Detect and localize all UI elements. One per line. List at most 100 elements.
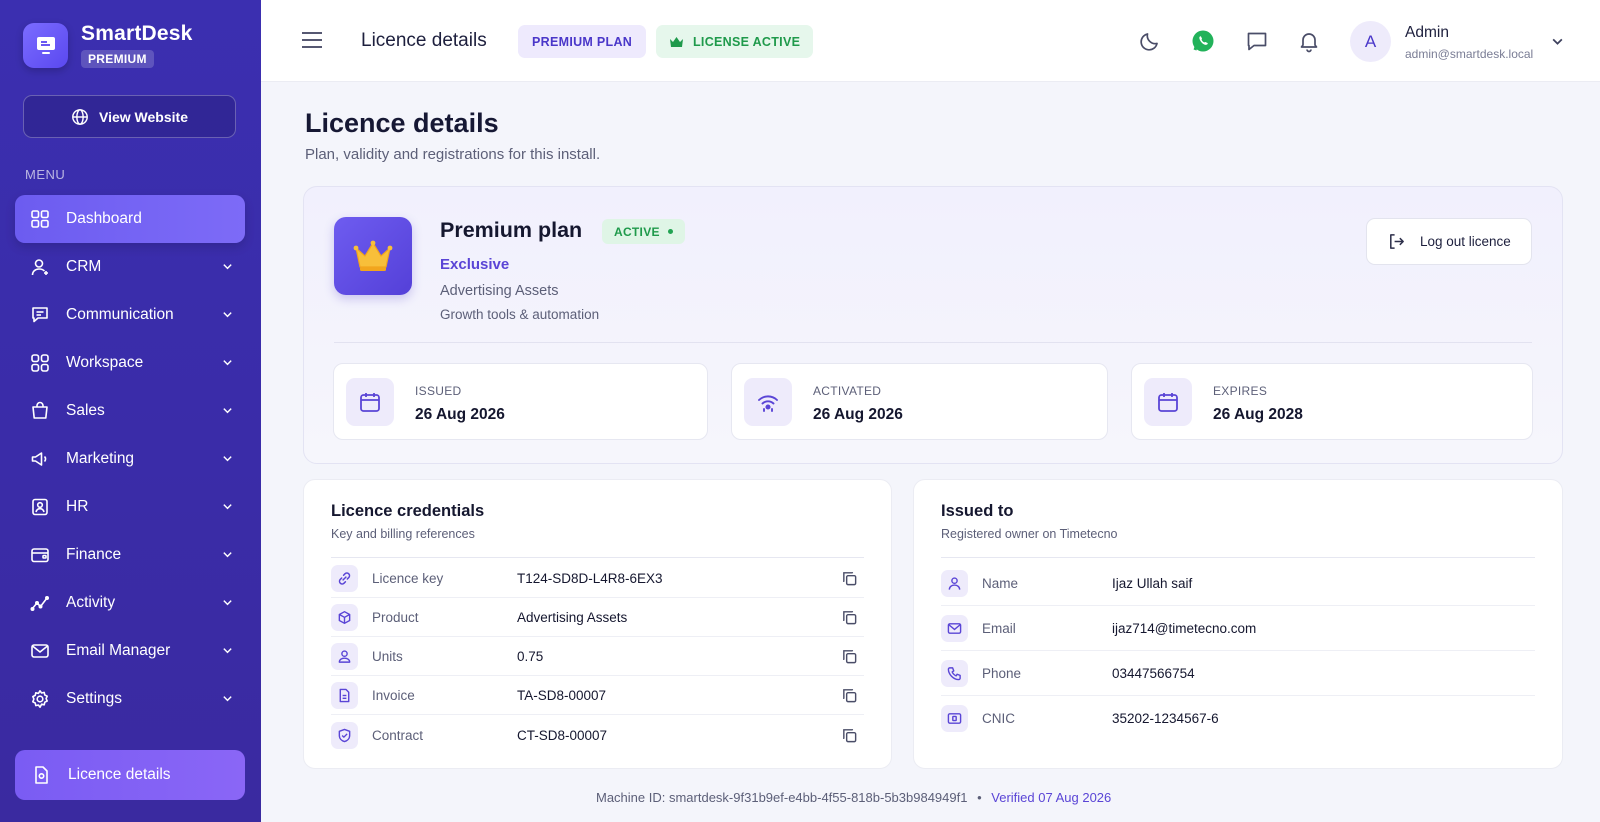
brand-name: SmartDesk <box>81 22 193 45</box>
sidebar-item-dashboard[interactable]: Dashboard <box>15 195 245 243</box>
calendar-icon <box>346 378 394 426</box>
sidebar-item-settings[interactable]: Settings <box>15 675 245 723</box>
sidebar: SmartDesk PREMIUM View Website MENU Dash… <box>0 0 261 822</box>
license-active-badge: LICENSE ACTIVE <box>656 25 814 58</box>
expires-value: 26 Aug 2028 <box>1213 406 1303 423</box>
mail-icon <box>941 614 968 642</box>
divider <box>331 557 864 558</box>
sidebar-item-finance[interactable]: Finance <box>15 531 245 579</box>
user-email: admin@smartdesk.local <box>1405 47 1534 61</box>
copy-icon[interactable] <box>841 727 858 744</box>
sidebar-item-marketing[interactable]: Marketing <box>15 435 245 483</box>
sidebar-item-label: HR <box>66 498 89 515</box>
row-label: Invoice <box>372 688 415 703</box>
activated-date-box: ACTIVATED 26 Aug 2026 <box>731 363 1108 440</box>
row-label: Units <box>372 649 403 664</box>
status-label: ACTIVE <box>614 224 660 239</box>
hamburger-icon[interactable] <box>301 31 323 49</box>
sidebar-item-label: CRM <box>66 258 102 275</box>
chevron-down-icon[interactable] <box>1551 35 1564 48</box>
activated-label: ACTIVATED <box>813 384 882 398</box>
row-value: TA-SD8-00007 <box>517 688 607 703</box>
table-row: Product Advertising Assets <box>331 599 864 637</box>
header-title: Licence details <box>361 30 487 51</box>
whatsapp-icon[interactable] <box>1191 29 1215 53</box>
megaphone-icon <box>29 448 51 470</box>
row-value: 0.75 <box>517 649 544 664</box>
sidebar-item-label: Email Manager <box>66 642 171 659</box>
expires-label: EXPIRES <box>1213 384 1268 398</box>
sidebar-item-email-manager[interactable]: Email Manager <box>15 627 245 675</box>
chevron-down-icon <box>223 648 232 654</box>
sidebar-item-communication[interactable]: Communication <box>15 291 245 339</box>
chevron-down-icon <box>223 696 232 702</box>
table-row: CNIC 35202-1234567-6 <box>941 696 1535 741</box>
plan-name: Premium plan <box>440 218 583 242</box>
table-row: Units 0.75 <box>331 638 864 676</box>
copy-icon[interactable] <box>841 570 858 587</box>
card-title: Licence credentials <box>331 502 485 520</box>
machine-id: Machine ID: smartdesk-9f31b9ef-e4bb-4f55… <box>596 790 968 805</box>
sidebar-item-label: Licence details <box>68 766 171 783</box>
expires-date-box: EXPIRES 26 Aug 2028 <box>1131 363 1533 440</box>
chevron-down-icon <box>223 504 232 510</box>
plan-product: Advertising Assets <box>440 283 559 299</box>
user-name[interactable]: Admin <box>1405 24 1449 42</box>
row-label: Licence key <box>372 571 444 586</box>
bell-icon[interactable] <box>1297 29 1321 53</box>
issued-label: ISSUED <box>415 384 462 398</box>
row-label: CNIC <box>982 711 1015 726</box>
copy-icon[interactable] <box>841 609 858 626</box>
premium-plan-badge: PREMIUM PLAN <box>518 25 647 58</box>
globe-icon <box>72 108 88 125</box>
page-subtitle: Plan, validity and registrations for thi… <box>305 146 601 163</box>
verified-date: Verified 07 Aug 2026 <box>991 790 1112 805</box>
table-row: Phone 03447566754 <box>941 651 1535 696</box>
crown-icon <box>334 217 412 295</box>
row-value: Advertising Assets <box>517 610 628 625</box>
row-value: CT-SD8-00007 <box>517 727 608 743</box>
wallet-icon <box>29 544 51 566</box>
log-out-licence-button[interactable]: Log out licence <box>1366 218 1532 265</box>
apps-icon <box>29 352 51 374</box>
table-row: Email ijaz714@timetecno.com <box>941 606 1535 651</box>
user-icon <box>29 256 51 278</box>
sidebar-item-licence-details[interactable]: Licence details <box>15 750 245 800</box>
sidebar-item-label: Finance <box>66 546 122 563</box>
row-label: Product <box>372 610 419 625</box>
page-title: Licence details <box>305 108 499 138</box>
sidebar-item-sales[interactable]: Sales <box>15 387 245 435</box>
row-value: ijaz714@timetecno.com <box>1112 620 1257 636</box>
license-active-label: LICENSE ACTIVE <box>693 34 801 49</box>
plan-badge: PREMIUM <box>81 50 154 68</box>
gear-icon <box>29 688 51 710</box>
sidebar-item-crm[interactable]: CRM <box>15 243 245 291</box>
sidebar-item-activity[interactable]: Activity <box>15 579 245 627</box>
sidebar-item-label: Workspace <box>66 354 144 371</box>
sidebar-item-label: Communication <box>66 306 174 323</box>
copy-icon[interactable] <box>841 687 858 704</box>
avatar[interactable]: A <box>1350 21 1391 62</box>
view-website-button[interactable]: View Website <box>23 95 236 138</box>
message-icon[interactable] <box>1245 29 1269 53</box>
moon-icon[interactable] <box>1138 29 1162 53</box>
copy-icon[interactable] <box>841 648 858 665</box>
shield-icon <box>331 721 358 749</box>
user-icon <box>941 569 968 597</box>
calendar-icon <box>1144 378 1192 426</box>
view-website-label: View Website <box>99 108 188 125</box>
chat-icon <box>29 304 51 326</box>
log-out-licence-label: Log out licence <box>1420 234 1511 249</box>
document-icon <box>331 682 358 709</box>
signal-icon <box>744 378 792 426</box>
table-row: Licence key T124-SD8D-L4R8-6EX3 <box>331 560 864 598</box>
machine-footer: Machine ID: smartdesk-9f31b9ef-e4bb-4f55… <box>596 790 1111 805</box>
divider <box>334 342 1532 343</box>
sidebar-item-workspace[interactable]: Workspace <box>15 339 245 387</box>
issued-date-box: ISSUED 26 Aug 2026 <box>333 363 708 440</box>
sidebar-item-hr[interactable]: HR <box>15 483 245 531</box>
card-title: Issued to <box>941 502 1014 520</box>
grid-icon <box>29 208 51 230</box>
brand[interactable]: SmartDesk PREMIUM <box>23 22 193 68</box>
sidebar-nav: Dashboard CRM Communication Workspace Sa… <box>15 195 245 723</box>
